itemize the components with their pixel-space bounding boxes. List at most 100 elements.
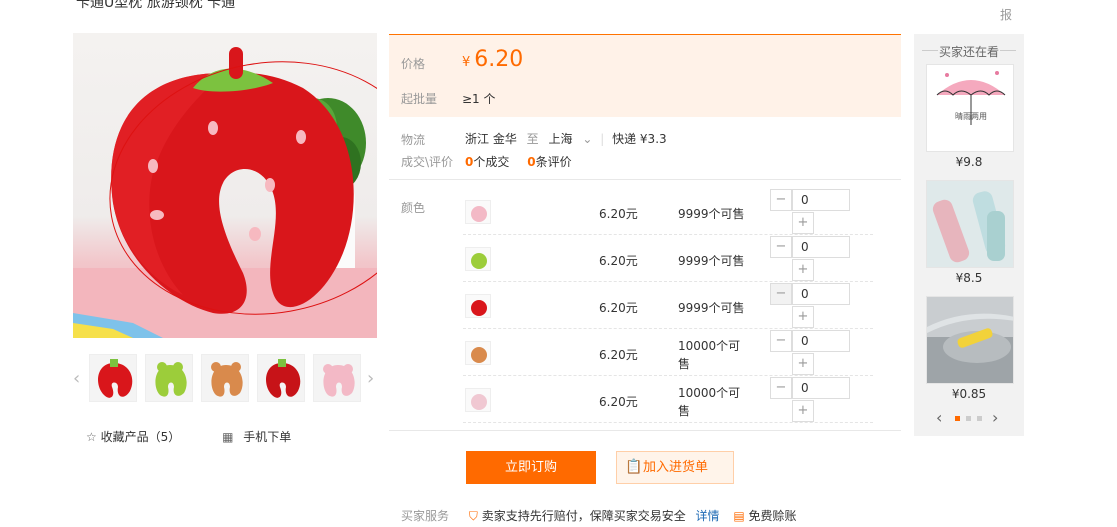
logistics-label: 物流 — [401, 133, 426, 147]
free-credit-text[interactable]: 免费赊账 — [749, 509, 797, 523]
quantity-input[interactable]: 0 — [792, 283, 850, 305]
sku-thumb-frog[interactable] — [465, 247, 491, 271]
thumbnail-3[interactable] — [201, 354, 249, 402]
thumbnail-4[interactable] — [257, 354, 305, 402]
chevron-down-icon[interactable]: ⌄ — [582, 132, 592, 146]
quantity-input[interactable]: 0 — [792, 189, 850, 211]
divider — [389, 430, 901, 431]
quantity-input[interactable]: 0 — [792, 377, 850, 399]
star-icon[interactable]: ☆ — [86, 430, 97, 444]
page-title-fragment: 卡通U型枕 旅游颈枕 卡通 — [76, 0, 236, 11]
rail-prev-arrow[interactable]: ‹ — [936, 408, 942, 427]
sku-thumb-bear[interactable] — [465, 341, 491, 365]
rail-item-price: ¥9.8 — [955, 155, 983, 169]
sku-stock: 9999个可售 — [678, 207, 745, 221]
price-value: ¥6.20 — [462, 47, 523, 72]
price-block: 价格 ¥6.20 起批量 ≥1 个 — [389, 34, 901, 117]
sku-thumb-pink[interactable] — [465, 388, 491, 412]
currency-symbol: ¥ — [462, 55, 471, 70]
thumbnail-5[interactable] — [313, 354, 361, 402]
plus-button[interactable]: + — [792, 400, 814, 422]
deals-label: 成交\评价 — [401, 155, 454, 169]
sku-thumb-strawberry[interactable] — [465, 294, 491, 318]
moq-value: ≥1 个 — [462, 92, 496, 106]
quantity-input[interactable]: 0 — [792, 236, 850, 258]
sku-row: 6.20元 9999个可售 − 0 + — [463, 188, 873, 235]
favorite-link[interactable]: 收藏产品（5） — [101, 430, 181, 444]
pager-dot[interactable] — [966, 416, 971, 421]
color-label: 颜色 — [401, 201, 426, 215]
product-actions: ☆ 收藏产品（5） ▦ 手机下单 — [86, 428, 291, 445]
thumb-prev-arrow[interactable]: ‹ — [73, 368, 80, 389]
sku-price: 6.20元 — [599, 301, 638, 315]
credit-icon: ▤ — [733, 509, 745, 523]
ship-from: 浙江 金华 — [465, 132, 517, 146]
add-to-list-button[interactable]: 📋 加入进货单 — [616, 451, 734, 484]
details-link[interactable]: 详情 — [696, 509, 720, 523]
rail-item-umbrella[interactable]: 晴雨两用 — [926, 64, 1014, 152]
rail-pager: ‹ › — [936, 408, 1002, 428]
buyer-service-row: 买家服务 ⛉ 卖家支持先行赔付，保障买家交易安全 详情 ▤ 免费赊账 — [401, 507, 797, 524]
minus-button[interactable]: − — [770, 330, 792, 352]
pager-dot-active[interactable] — [955, 416, 960, 421]
report-link[interactable]: 报 — [1000, 6, 1012, 23]
deals-row: 0个成交 0条评价 — [465, 153, 572, 170]
minus-button[interactable]: − — [770, 377, 792, 399]
sku-price: 6.20元 — [599, 207, 638, 221]
qr-code-icon[interactable]: ▦ — [222, 430, 233, 444]
plus-button[interactable]: + — [792, 306, 814, 328]
minus-button[interactable]: − — [770, 283, 792, 305]
sku-stock: 9999个可售 — [678, 254, 745, 268]
price-amount: 6.20 — [474, 47, 524, 72]
buy-now-button[interactable]: 立即订购 — [466, 451, 596, 484]
thumbnail-2[interactable] — [145, 354, 193, 402]
sku-row: 6.20元 10000个可售 − 0 + — [463, 376, 873, 423]
review-text[interactable]: 条评价 — [536, 155, 572, 169]
thumbnail-1[interactable] — [89, 354, 137, 402]
logistics-row: 浙江 金华 至 上海 ⌄ | 快递 ¥3.3 — [465, 132, 667, 146]
sku-stock: 9999个可售 — [678, 301, 745, 315]
plus-button[interactable]: + — [792, 212, 814, 234]
pager-dot[interactable] — [977, 416, 982, 421]
mobile-order-link[interactable]: 手机下单 — [243, 430, 291, 444]
rail-item-price: ¥8.5 — [955, 271, 983, 285]
sku-stock: 10000个可售 — [678, 339, 741, 371]
minus-button[interactable]: − — [770, 189, 792, 211]
guarantee-text: 卖家支持先行赔付，保障买家交易安全 — [481, 509, 686, 523]
divider — [389, 179, 901, 180]
moq-label: 起批量 — [401, 92, 438, 106]
main-product-image[interactable] — [73, 33, 377, 338]
thumb-next-arrow[interactable]: › — [367, 368, 374, 389]
quantity-input[interactable]: 0 — [792, 330, 850, 352]
rail-item-sink-brush[interactable] — [926, 296, 1014, 384]
shield-icon: ⛉ — [468, 509, 478, 523]
sku-thumb-pig[interactable] — [465, 200, 491, 224]
sku-price: 6.20元 — [599, 254, 638, 268]
service-label: 买家服务 — [401, 509, 450, 523]
deal-text[interactable]: 个成交 — [473, 155, 509, 169]
sku-price: 6.20元 — [599, 348, 638, 362]
review-count: 0 — [527, 155, 536, 169]
also-viewed-rail: 买家还在看 晴雨两用 ¥9.8 ¥8.5 ¥0.85 ‹ › — [914, 34, 1024, 436]
shipping-fee: 快递 ¥3.3 — [612, 132, 667, 146]
clipboard-icon: 📋 — [625, 459, 643, 475]
plus-button[interactable]: + — [792, 353, 814, 375]
rail-item-caption: 晴雨两用 — [955, 112, 987, 121]
sku-stock: 10000个可售 — [678, 386, 741, 418]
price-label: 价格 — [401, 57, 426, 71]
strawberry-pillow-illustration — [73, 47, 377, 338]
sku-row: 6.20元 9999个可售 − 0 + — [463, 282, 873, 329]
thumbnail-strip: ‹ › — [73, 352, 378, 406]
rail-title: 买家还在看 — [914, 43, 1024, 60]
sku-price: 6.20元 — [599, 395, 638, 409]
sku-row: 6.20元 9999个可售 − 0 + — [463, 235, 873, 282]
minus-button[interactable]: − — [770, 236, 792, 258]
ship-to-select[interactable]: 上海 — [549, 132, 573, 146]
rail-item-price: ¥0.85 — [951, 387, 987, 401]
rail-item-bottles[interactable] — [926, 180, 1014, 268]
plus-button[interactable]: + — [792, 259, 814, 281]
sku-row: 6.20元 10000个可售 − 0 + — [463, 329, 873, 376]
rail-next-arrow[interactable]: › — [992, 408, 998, 427]
to-word: 至 — [526, 132, 539, 146]
add-to-list-label: 加入进货单 — [643, 460, 709, 475]
